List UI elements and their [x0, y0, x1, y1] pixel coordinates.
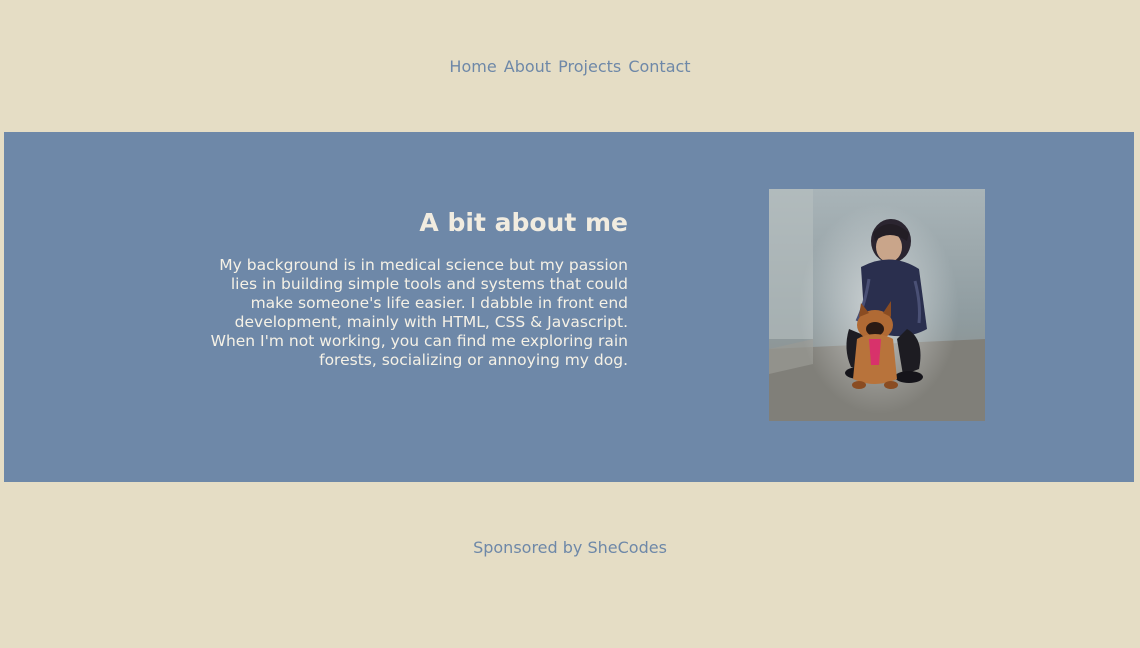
nav-link-home[interactable]: Home — [449, 57, 496, 76]
about-section: A bit about me My background is in medic… — [4, 132, 1134, 482]
portrait-illustration — [769, 189, 985, 421]
about-body: My background is in medical science but … — [210, 256, 628, 369]
footer-sponsor-text: Sponsored by SheCodes — [473, 538, 667, 557]
main-nav: Home About Projects Contact — [0, 57, 1140, 77]
nav-link-contact[interactable]: Contact — [628, 57, 690, 76]
page: Home About Projects Contact A bit about … — [0, 0, 1140, 648]
about-text-block: A bit about me My background is in medic… — [198, 206, 628, 370]
portrait-photo-icon — [769, 189, 985, 421]
nav-link-about[interactable]: About — [504, 57, 551, 76]
about-heading: A bit about me — [419, 208, 628, 237]
nav-link-projects[interactable]: Projects — [558, 57, 621, 76]
footer: Sponsored by SheCodes — [0, 538, 1140, 558]
